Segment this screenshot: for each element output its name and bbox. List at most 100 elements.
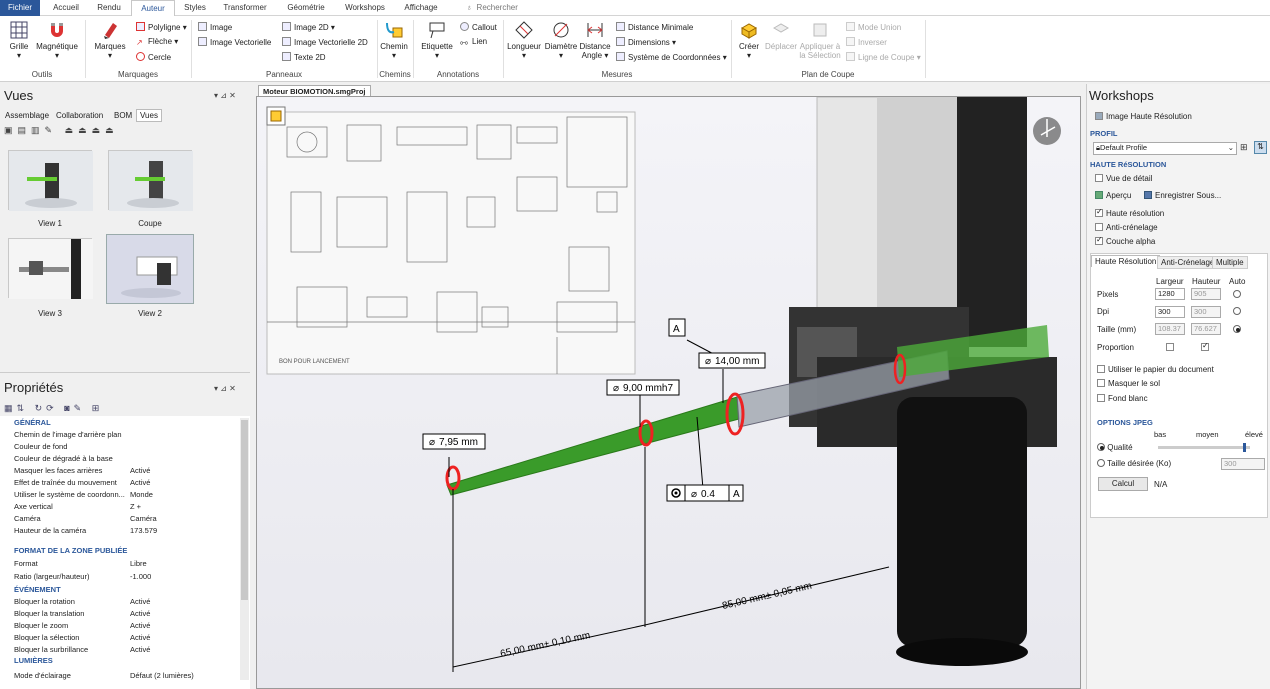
appliquer-button[interactable]: Appliquer à la Sélection [796,20,844,60]
enregistrer-button[interactable]: Enregistrer Sous... [1144,191,1221,200]
quality-slider-thumb[interactable] [1242,443,1246,452]
ligne-coupe-button[interactable]: Ligne de Coupe ▾ [846,52,921,62]
radio[interactable] [1097,443,1105,451]
property-row[interactable]: Caméra Caméra [0,513,240,524]
checkbox[interactable] [1095,174,1103,182]
checkbox[interactable] [1097,394,1105,402]
property-value[interactable]: Activé [130,620,150,631]
search-box[interactable]: ♁ Rechercher [458,0,526,16]
dpi-height-input[interactable]: 300 [1191,306,1221,318]
tab-affichage[interactable]: Affichage [396,0,446,16]
masquer-sol-checkbox[interactable]: Masquer le sol [1097,379,1160,388]
checkbox[interactable] [1097,365,1105,373]
tab-styles[interactable]: Styles [176,0,214,16]
longueur-button[interactable]: Longueur ▾ [506,20,542,60]
property-row[interactable]: Utiliser le système de coordonn... Monde [0,489,240,500]
haute-resolution-checkbox[interactable]: Haute résolution [1095,207,1164,218]
property-row[interactable]: Mode d'éclairage Défaut (2 lumières) [0,670,240,681]
camera-remove-icon[interactable]: ▥ [31,125,45,135]
camera-add-icon[interactable]: ▤ [18,125,32,135]
property-row[interactable]: Effet de traînée du mouvement Activé [0,477,240,488]
taille-width-input[interactable]: 108.37 [1155,323,1185,335]
vue-detail-checkbox[interactable]: Vue de détail [1095,174,1152,183]
radio[interactable] [1233,325,1241,333]
pin-icon[interactable]: ▾ ⊿ ✕ [214,384,236,393]
view-b-icon[interactable]: ⏏ [78,125,92,135]
pin-icon[interactable]: ▾ ⊿ ✕ [214,91,236,100]
grille-button[interactable]: Grille ▾ [4,20,34,60]
navigation-cube-icon[interactable] [1033,117,1061,145]
marques-button[interactable]: Marques ▾ [88,20,132,60]
view-thumbnail[interactable] [108,150,193,211]
pixels-width-input[interactable]: 1280 [1155,288,1185,300]
fond-blanc-checkbox[interactable]: Fond blanc [1097,394,1148,403]
checkbox[interactable] [1095,223,1103,231]
import-icon[interactable]: ↻ [35,403,47,413]
proportion-height-checkbox[interactable] [1201,341,1212,352]
property-value[interactable]: Activé [130,632,150,643]
checkbox[interactable] [1166,343,1174,351]
callout-button[interactable]: Callout [460,22,497,32]
diametre-button[interactable]: Diamètre ▾ [542,20,580,60]
dpi-width-input[interactable]: 300 [1155,306,1185,318]
property-value[interactable]: Libre [130,558,147,569]
property-value[interactable]: 173.579 [130,525,157,536]
auto-taille-radio[interactable] [1233,325,1241,334]
property-value[interactable]: Activé [130,608,150,619]
tab-bom[interactable]: BOM [111,110,135,121]
radio[interactable] [1097,459,1105,467]
distance-minimale-button[interactable]: Distance Minimale [616,22,693,32]
view-d-icon[interactable]: ⏏ [105,125,119,135]
tab-assemblage[interactable]: Assemblage [2,110,52,121]
proportion-width-checkbox[interactable] [1166,343,1177,352]
property-value[interactable]: Activé [130,596,150,607]
fleche-button[interactable]: ↗ Flèche ▾ [136,37,178,47]
image-button[interactable]: Image [198,22,232,32]
couche-alpha-checkbox[interactable]: Couche alpha [1095,235,1155,246]
property-row[interactable]: Masquer les faces arrières Activé [0,465,240,476]
checkbox[interactable] [1095,207,1103,217]
texte2d-button[interactable]: Texte 2D [282,52,326,62]
property-row[interactable]: Format Libre [0,558,240,569]
property-value[interactable]: Caméra [130,513,157,524]
property-value[interactable]: Monde [130,489,153,500]
tab-vues[interactable]: Vues [136,109,162,122]
dimensions-button[interactable]: Dimensions ▾ [616,37,676,47]
refresh-icon[interactable]: ⟳ [46,403,58,413]
property-value[interactable]: Activé [130,465,150,476]
alphabetical-icon[interactable]: ⇅ [17,403,29,413]
auto-pixels-radio[interactable] [1233,290,1241,299]
checkbox[interactable] [1095,235,1103,245]
brush-icon[interactable]: ✎ [45,125,58,135]
calcul-button[interactable]: Calcul [1098,477,1148,491]
taille-desiree-input[interactable]: 300 [1221,458,1265,470]
export-icon[interactable]: ⊞ [92,403,104,413]
camera-icon[interactable]: ▣ [4,125,18,135]
view-a-icon[interactable]: ⏏ [65,125,79,135]
categorized-icon[interactable]: ▦ [4,403,17,413]
radio[interactable] [1233,307,1241,315]
anti-crenelage-checkbox[interactable]: Anti-crénelage [1095,223,1158,232]
properties-scrollbar[interactable] [240,418,249,680]
cercle-button[interactable]: Cercle [136,52,171,62]
property-value[interactable]: Z + [130,501,141,512]
tab-rendu[interactable]: Rendu [88,0,130,16]
pixels-height-input[interactable]: 905 [1191,288,1221,300]
view-c-icon[interactable]: ⏏ [92,125,106,135]
property-row[interactable]: Couleur de fond [0,441,240,452]
mode-union-button[interactable]: Mode Union [846,22,901,32]
qualite-radio[interactable]: Qualité [1097,443,1133,452]
edit-icon[interactable]: ✎ [74,403,86,413]
tab-collaboration[interactable]: Collaboration [53,110,106,121]
view-thumbnail[interactable] [8,150,93,211]
property-row[interactable]: Bloquer la translation Activé [0,608,240,619]
quality-slider[interactable] [1158,443,1250,452]
inverser-button[interactable]: Inverser [846,37,887,47]
property-row[interactable]: Ratio (largeur/hauteur) -1.000 [0,571,240,582]
profile-settings-icon[interactable]: ⊞ [1240,142,1248,153]
property-row[interactable]: Axe vertical Z + [0,501,240,512]
image-vectorielle-button[interactable]: Image Vectorielle [198,37,271,47]
view-thumbnail[interactable] [106,234,194,304]
3d-viewport[interactable]: BON POUR LANCEMENT ⌀ 7,95 mm ⌀ 9,00 mmh7 [256,96,1081,689]
etiquette-button[interactable]: Etiquette ▾ [417,20,457,60]
